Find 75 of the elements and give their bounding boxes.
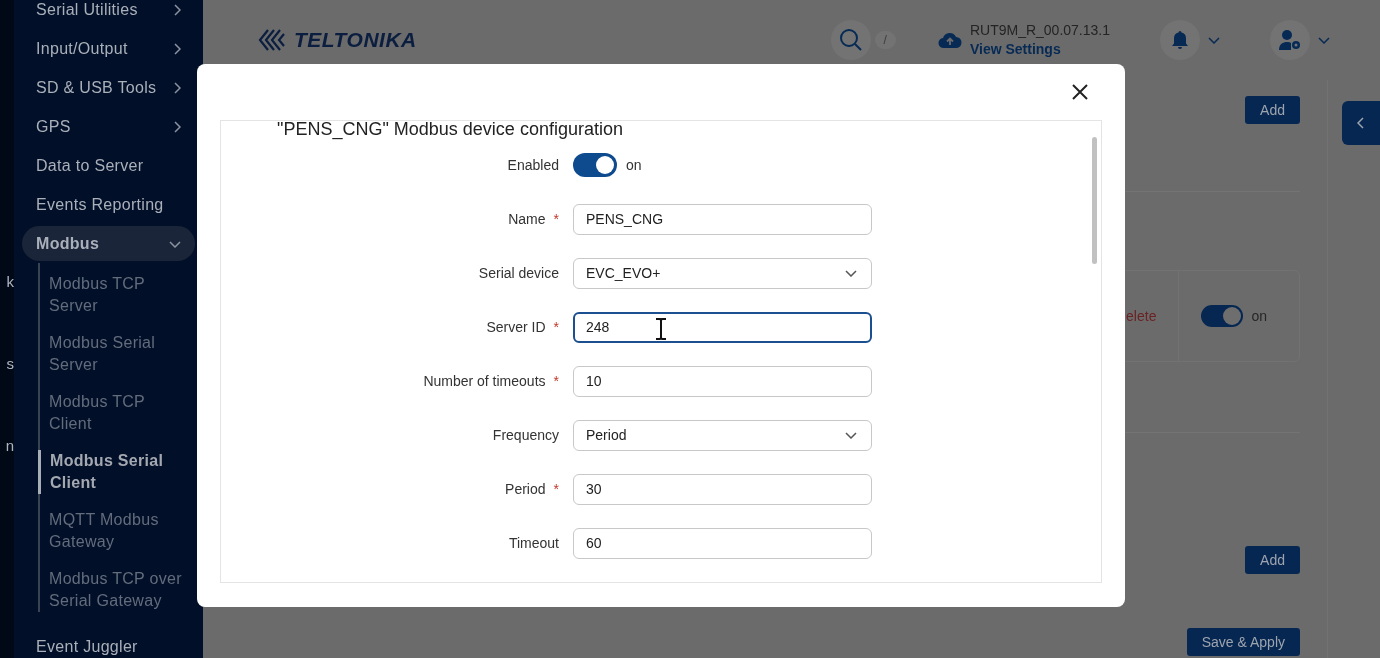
search-button[interactable] — [830, 20, 871, 60]
toggle-label: on — [626, 157, 642, 173]
search-icon — [838, 28, 863, 52]
sidebar-item[interactable]: Input/Output — [22, 29, 195, 68]
text-field[interactable]: 30 — [573, 473, 872, 505]
dropdown[interactable]: EVC_EVO+ — [573, 257, 872, 289]
submenu-item[interactable]: Modbus TCP Server — [40, 273, 189, 317]
logo-text: TELTONIKA — [294, 28, 417, 52]
chevron-down-icon — [169, 239, 181, 248]
firmware-version: RUT9M_R_00.07.13.1 — [969, 21, 1110, 40]
sidebar-item-label: GPS — [36, 117, 71, 136]
chevron-left-icon — [1357, 117, 1365, 129]
sidebar-item[interactable]: GPS — [22, 107, 195, 146]
chevron-right-icon — [173, 120, 181, 133]
chevron-right-icon — [173, 81, 181, 94]
sidebar-item-label: Event Juggler — [36, 637, 138, 656]
field-label: Period — [505, 481, 546, 497]
required-mark: * — [553, 373, 559, 389]
sidebar-item[interactable]: Modbus — [22, 226, 195, 261]
chevron-down-icon — [845, 431, 857, 439]
required-mark: * — [553, 319, 559, 335]
field-label: Enabled — [507, 157, 559, 173]
text-field[interactable]: 10 — [573, 365, 872, 397]
submenu-item[interactable]: MQTT Modbus Gateway — [40, 509, 189, 553]
sidebar-item-label: Data to Server — [36, 156, 144, 175]
chevron-down-icon — [845, 269, 857, 277]
field-label: Name — [508, 211, 546, 227]
text-field[interactable]: 60 — [573, 527, 872, 559]
notifications-button[interactable] — [1160, 20, 1200, 60]
dropdown[interactable]: Period — [573, 419, 872, 451]
sidebar-item[interactable]: Events Reporting — [22, 185, 195, 224]
toggle-label: on — [1251, 308, 1267, 324]
user-gear-icon — [1278, 29, 1302, 51]
submenu-item[interactable]: Modbus TCP over Serial Gateway — [40, 568, 189, 612]
add-button[interactable]: Add — [1245, 96, 1300, 124]
close-icon — [1072, 84, 1088, 100]
required-mark: * — [553, 481, 559, 497]
sidebar-item-label: Events Reporting — [36, 195, 164, 214]
toggle-switch[interactable] — [1201, 305, 1244, 327]
sidebar-item-label: Modbus — [36, 234, 100, 253]
sidebar-item[interactable]: Data to Server — [22, 146, 195, 185]
field-label: Server ID — [486, 319, 546, 335]
sidebar-item-label: SD & USB Tools — [36, 78, 157, 97]
chevron-down-icon — [1208, 36, 1220, 44]
cut-off-text: s — [5, 354, 14, 374]
field-label: Serial device — [478, 265, 559, 281]
sidebar-item[interactable]: Event Juggler — [22, 627, 195, 658]
sidebar-item[interactable]: Serial Utilities — [22, 0, 195, 29]
dialog-title: "PENS_CNG" Modbus device configuration — [277, 121, 624, 138]
text-cursor-icon — [655, 317, 667, 340]
shortcut-key: / — [874, 31, 896, 49]
cut-off-text: k — [5, 272, 14, 292]
sidebar-item[interactable]: SD & USB Tools — [22, 68, 195, 107]
chevron-right-icon — [173, 42, 181, 55]
submenu-item[interactable]: Modbus Serial Server — [40, 332, 189, 376]
field-label: Timeout — [508, 535, 559, 551]
sidebar-item-label: Serial Utilities — [36, 0, 138, 19]
text-field[interactable]: PENS_CNG — [573, 203, 872, 235]
chevron-right-icon — [173, 3, 181, 16]
required-mark: * — [553, 211, 559, 227]
save-apply-button[interactable]: Save & Apply — [1186, 628, 1300, 656]
toggle-switch[interactable] — [573, 153, 617, 177]
collapse-panel-button[interactable] — [1342, 101, 1380, 145]
submenu-item[interactable]: Modbus Serial Client — [38, 450, 190, 494]
cut-off-text: n — [4, 436, 14, 456]
field-label: Number of timeouts — [423, 373, 546, 389]
sidebar-item-label: Input/Output — [36, 39, 128, 58]
user-menu-button[interactable] — [1270, 20, 1310, 60]
chevron-down-icon — [1318, 36, 1330, 44]
cloud-upload-icon — [937, 31, 962, 49]
field-label: Frequency — [492, 427, 559, 443]
submenu-item[interactable]: Modbus TCP Client — [40, 391, 189, 435]
bell-icon — [1171, 30, 1189, 50]
text-field[interactable]: 248 — [573, 311, 872, 343]
add-button[interactable]: Add — [1245, 546, 1300, 574]
